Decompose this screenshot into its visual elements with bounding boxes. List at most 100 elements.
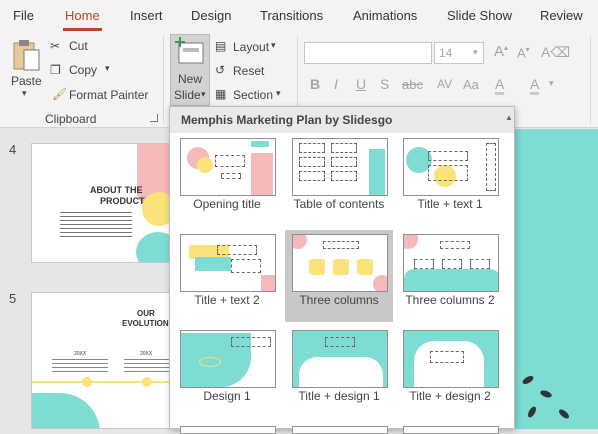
dialog-launcher-icon[interactable] [150,114,158,122]
layout-icon: ▤ [215,39,227,53]
layout-label: Title + design 1 [298,389,380,403]
decor-shape [261,275,275,291]
change-case-button[interactable]: Aa [463,77,479,92]
decor-shape [251,141,269,147]
decrease-font-icon[interactable]: A▾ [517,45,530,60]
layout-gallery-dropdown: Memphis Marketing Plan by Slidesgo Openi… [169,106,515,434]
italic-button[interactable]: I [334,76,338,92]
layout-title-text-2[interactable]: Title + text 2 [173,230,281,322]
layout-label: Three columns 2 [405,293,495,307]
layout-button[interactable]: Layout [233,40,269,54]
tab-slide-show[interactable]: Slide Show [447,8,512,23]
layout-three-columns[interactable]: Three columns [285,230,393,322]
placeholder-box [440,241,470,249]
tab-file[interactable]: File [13,8,34,23]
clipboard-icon [13,40,40,71]
font-size-value: 14 [439,46,453,60]
underline-button[interactable]: U [356,76,366,92]
layout-label: Title + design 2 [409,389,491,403]
layout-preview [403,330,499,388]
thumb-title-2: PRODUCT [100,196,145,206]
timeline-dot [142,377,152,387]
placeholder-box [217,245,257,255]
decor-shape [404,235,418,249]
gallery-scrollbar[interactable]: ▲ [504,107,514,428]
layout-design-1[interactable]: Design 1 [173,326,281,418]
layout-label: Opening title [193,197,261,211]
tab-insert[interactable]: Insert [130,8,163,23]
section-button[interactable]: Section [233,88,273,102]
tab-animations[interactable]: Animations [353,8,417,23]
placeholder-box [325,337,355,347]
timeline-dot [82,377,92,387]
chevron-down-icon: ▾ [22,88,27,98]
chevron-down-icon: ▾ [473,47,478,57]
layout-title-design-2[interactable]: Title + design 2 [396,326,504,418]
placeholder-box [231,259,261,273]
layout-partial[interactable] [173,422,281,434]
decor-shape [293,235,307,249]
font-color-button[interactable]: A [530,76,540,95]
placeholder-box [299,171,325,181]
thumb-body-text [60,212,132,238]
font-name-combo[interactable] [304,42,432,64]
font-size-combo[interactable]: 14 ▾ [434,42,484,64]
decor-shape [557,407,571,421]
ribbon-tabs: File Home Insert Design Transitions Anim… [0,0,598,32]
placeholder-box [430,351,464,363]
layout-preview [180,234,276,292]
decor-shape [333,259,349,275]
decor-shape [539,389,553,399]
placeholder-box [215,155,245,167]
thumb-year: 20XX [140,351,153,357]
layout-title-design-1[interactable]: Title + design 1 [285,326,393,418]
tab-review[interactable]: Review [540,8,583,23]
thumb-year: 20XX [74,351,87,357]
placeholder-box [331,157,357,167]
tab-home[interactable]: Home [63,8,102,31]
layout-partial[interactable] [396,422,504,434]
layout-title-text-1[interactable]: Title + text 1 [396,134,504,226]
thumb-title-1: ABOUT THE [90,185,143,195]
chevron-down-icon[interactable]: ▾ [105,63,110,74]
bold-button[interactable]: B [310,76,320,92]
increase-font-icon[interactable]: A▴ [494,43,508,60]
thumb-title-1: OUR [137,309,155,318]
scissors-icon: ✂ [50,39,61,53]
thumb-title-2: EVOLUTION [122,319,169,328]
reset-button[interactable]: Reset [233,64,264,78]
decor-shape [197,157,213,173]
slide-thumbnail-5[interactable]: OUR EVOLUTION 20XX 20XX [31,292,181,429]
layout-partial[interactable] [285,422,393,434]
scroll-up-icon[interactable]: ▲ [505,113,513,122]
new-slide-button[interactable]: New Slide ▾ [170,34,210,106]
highlight-color-button[interactable]: A [495,76,505,95]
strikethrough-button[interactable]: abc [402,77,423,92]
shadow-button[interactable]: S [380,76,389,92]
layout-label: Three columns [299,293,379,307]
slide-thumbnail-4[interactable]: ABOUT THE PRODUCT [31,143,181,263]
character-spacing-button[interactable]: AV [437,77,452,91]
layout-preview [292,330,388,388]
placeholder-box [331,171,357,181]
format-painter-button[interactable]: Format Painter [69,88,148,102]
clear-formatting-icon[interactable]: A⌫ [541,44,570,61]
layout-table-of-contents[interactable]: Table of contents [285,134,393,226]
gallery-title: Memphis Marketing Plan by Slidesgo [170,107,514,133]
tab-design[interactable]: Design [191,8,231,23]
layout-opening-title[interactable]: Opening title [173,134,281,226]
reset-icon: ↺ [215,63,226,77]
slide-number: 5 [9,291,17,306]
paste-button[interactable]: Paste ▾ [6,36,46,102]
format-painter-icon: 🖌 [52,87,68,101]
placeholder-box [299,143,325,153]
tab-transitions[interactable]: Transitions [260,8,323,23]
placeholder-box [428,151,468,161]
layout-three-columns-2[interactable]: Three columns 2 [396,230,504,322]
copy-button[interactable]: Copy [69,63,97,77]
cut-button[interactable]: Cut [69,39,88,53]
decor-shape [373,275,387,291]
decor-shape [251,153,273,195]
placeholder-box [331,143,357,153]
timeline-line [32,381,180,383]
